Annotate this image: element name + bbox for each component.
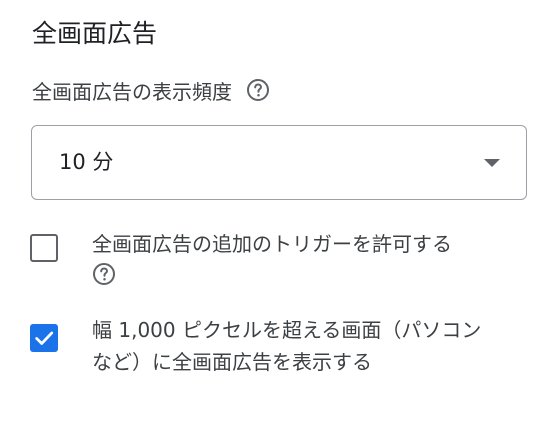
help-circle-icon[interactable] [246,78,270,102]
frequency-select-value: 10 分 [59,150,114,174]
fullscreen-ads-settings: 全画面広告 全画面広告の表示頻度 10 分 全画面広告の追加のトリガーを許可する [0,0,550,441]
frequency-label: 全画面広告の表示頻度 [32,79,232,104]
wide-screen-label-line2: など）に全画面広告を表示する [92,350,372,374]
wide-screen-label-line1: 幅 1,000 ピクセルを超える画面（パソコン [92,318,482,342]
trigger-option-label: 全画面広告の追加のトリガーを許可する [92,232,452,256]
trigger-checkbox[interactable] [30,234,58,262]
trigger-option-row: 全画面広告の追加のトリガーを許可する [30,228,530,288]
help-circle-icon[interactable] [92,262,116,286]
frequency-label-row: 全画面広告の表示頻度 [32,72,270,108]
wide-screen-option-row: 幅 1,000 ピクセルを超える画面（パソコン など）に全画面広告を表示する [30,314,530,380]
section-title: 全画面広告 [32,19,158,48]
frequency-select[interactable]: 10 分 [31,125,527,200]
trigger-option-text: 全画面広告の追加のトリガーを許可する [92,228,532,295]
checkmark-icon [35,331,54,345]
wide-screen-checkbox[interactable] [30,324,58,352]
dropdown-arrow-icon [484,159,500,167]
wide-screen-option-text: 幅 1,000 ピクセルを超える画面（パソコン など）に全画面広告を表示する [92,314,532,378]
